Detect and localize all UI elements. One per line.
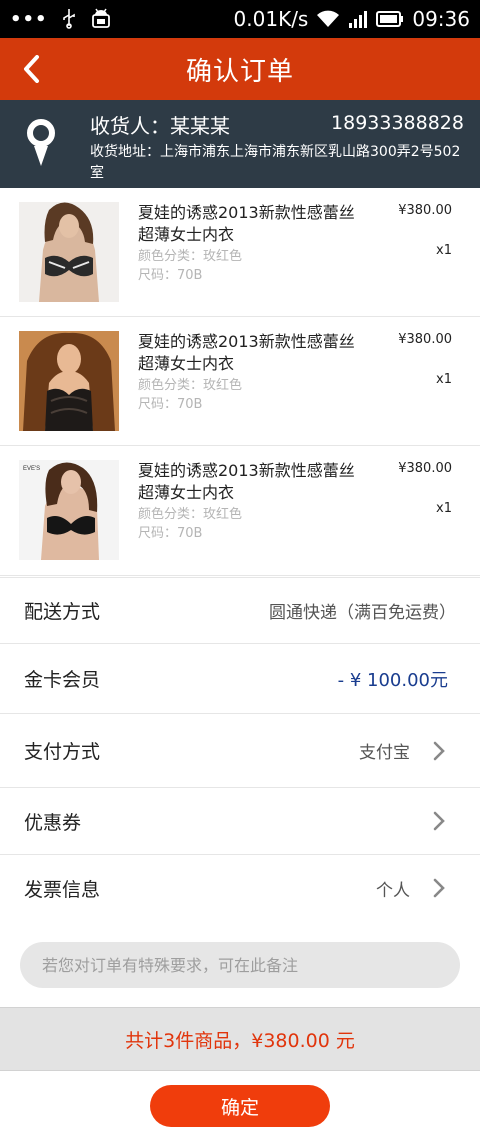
product-spec: 颜色分类：玫红色 尺码：70B bbox=[138, 376, 242, 414]
payment-method-row[interactable]: 支付方式 支付宝 bbox=[0, 714, 480, 788]
usb-icon bbox=[62, 9, 76, 29]
gold-member-label: 金卡会员 bbox=[24, 669, 101, 691]
product-image: EVE'S bbox=[19, 460, 119, 560]
recipient-phone: 18933388828 bbox=[331, 112, 464, 134]
product-image bbox=[19, 331, 119, 431]
footer: 确定 bbox=[0, 1071, 480, 1140]
remark-section bbox=[0, 920, 480, 1007]
product-price: ¥380.00 bbox=[398, 332, 452, 347]
product-item[interactable]: 夏娃的诱惑2013新款性感蕾丝超薄女士内衣 颜色分类：玫红色 尺码：70B ¥3… bbox=[0, 317, 480, 446]
gold-member-row: 金卡会员 - ¥ 100.00元 bbox=[0, 644, 480, 714]
location-pin-icon bbox=[24, 118, 58, 172]
product-size: 尺码：70B bbox=[138, 397, 203, 412]
product-name: 夏娃的诱惑2013新款性感蕾丝超薄女士内衣 bbox=[138, 332, 355, 373]
product-spec: 颜色分类：玫红色 尺码：70B bbox=[138, 505, 242, 543]
title-bar: 确认订单 bbox=[0, 38, 480, 100]
address-detail: 收货地址：上海市浦东上海市浦东新区乳山路300弄2号502室 bbox=[90, 144, 461, 181]
order-options: 配送方式 圆通快递（满百免运费） 金卡会员 - ¥ 100.00元 支付方式 支… bbox=[0, 577, 480, 922]
product-size: 尺码：70B bbox=[138, 268, 203, 283]
chevron-right-icon bbox=[433, 811, 445, 831]
android-debug-icon bbox=[90, 8, 112, 30]
invoice-value: 个人 bbox=[376, 880, 410, 901]
status-bar: ••• 0.01K/s 09:36 bbox=[0, 0, 480, 38]
coupon-label: 优惠券 bbox=[24, 811, 82, 834]
product-list: 夏娃的诱惑2013新款性感蕾丝超薄女士内衣 颜色分类：玫红色 尺码：70B ¥3… bbox=[0, 188, 480, 576]
signal-icon bbox=[348, 10, 368, 28]
product-name: 夏娃的诱惑2013新款性感蕾丝超薄女士内衣 bbox=[138, 203, 355, 244]
back-button[interactable] bbox=[22, 38, 62, 100]
member-discount-value: - ¥ 100.00元 bbox=[337, 669, 448, 691]
shipping-method-label: 配送方式 bbox=[24, 601, 101, 623]
product-qty: x1 bbox=[436, 372, 452, 387]
product-item[interactable]: 夏娃的诱惑2013新款性感蕾丝超薄女士内衣 颜色分类：玫红色 尺码：70B ¥3… bbox=[0, 188, 480, 317]
product-color: 颜色分类：玫红色 bbox=[138, 378, 243, 393]
invoice-label: 发票信息 bbox=[24, 878, 101, 901]
coupon-row[interactable]: 优惠券 bbox=[0, 788, 480, 855]
product-color: 颜色分类：玫红色 bbox=[138, 507, 243, 522]
notification-dots: ••• bbox=[10, 8, 48, 30]
product-color: 颜色分类：玫红色 bbox=[138, 249, 243, 264]
product-spec: 颜色分类：玫红色 尺码：70B bbox=[138, 247, 242, 285]
wifi-icon bbox=[316, 10, 340, 28]
remark-input[interactable] bbox=[20, 942, 460, 988]
shipping-method-value: 圆通快递（满百免运费） bbox=[269, 603, 456, 623]
product-price: ¥380.00 bbox=[398, 203, 452, 218]
chevron-right-icon bbox=[433, 878, 445, 898]
chevron-right-icon bbox=[433, 741, 445, 760]
confirm-button[interactable]: 确定 bbox=[150, 1085, 330, 1127]
shipping-address-card[interactable]: 收货人：某某某 18933388828 收货地址：上海市浦东上海市浦东新区乳山路… bbox=[0, 100, 480, 188]
network-speed: 0.01K/s bbox=[233, 7, 309, 31]
product-image bbox=[19, 202, 119, 302]
invoice-row[interactable]: 发票信息 个人 bbox=[0, 855, 480, 922]
product-size: 尺码：70B bbox=[138, 526, 203, 541]
payment-method-value: 支付宝 bbox=[359, 743, 410, 763]
product-qty: x1 bbox=[436, 501, 452, 516]
product-item[interactable]: EVE'S 夏娃的诱惑2013新款性感蕾丝超薄女士内衣 颜色分类：玫红色 尺码：… bbox=[0, 446, 480, 576]
product-name: 夏娃的诱惑2013新款性感蕾丝超薄女士内衣 bbox=[138, 461, 355, 502]
battery-icon bbox=[376, 11, 404, 27]
product-price: ¥380.00 bbox=[398, 461, 452, 476]
chevron-left-icon bbox=[24, 55, 39, 83]
page-title: 确认订单 bbox=[185, 56, 294, 87]
svg-text:EVE'S: EVE'S bbox=[23, 466, 40, 472]
product-qty: x1 bbox=[436, 243, 452, 258]
clock: 09:36 bbox=[412, 7, 470, 31]
recipient-name: 收货人：某某某 bbox=[90, 114, 230, 138]
payment-method-label: 支付方式 bbox=[24, 741, 101, 763]
order-total: 共计3件商品，¥380.00 元 bbox=[0, 1007, 480, 1071]
shipping-method-row[interactable]: 配送方式 圆通快递（满百免运费） bbox=[0, 578, 480, 644]
